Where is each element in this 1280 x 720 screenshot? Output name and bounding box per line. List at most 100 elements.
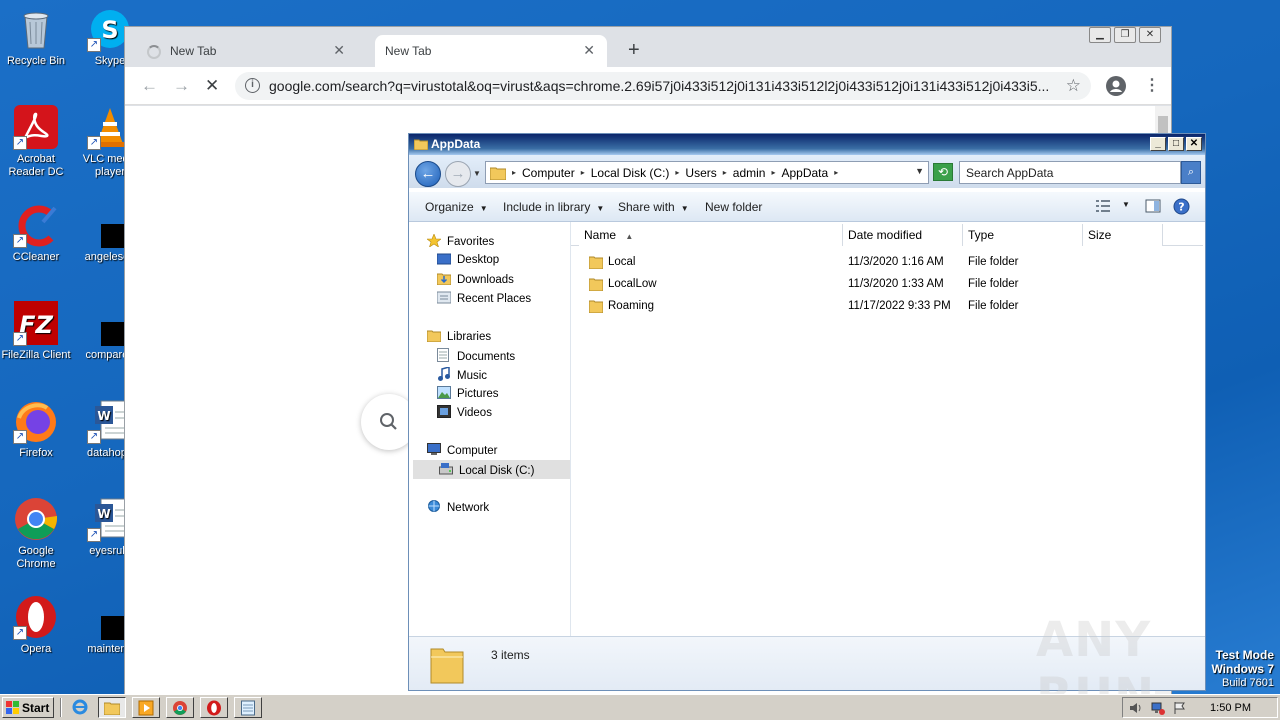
folder-icon <box>589 278 603 291</box>
column-type-label: Type <box>968 228 995 242</box>
share-with-button[interactable]: Share with ▼ <box>618 200 689 214</box>
libraries-icon <box>426 329 442 343</box>
nav-pictures[interactable]: Pictures <box>437 386 499 400</box>
taskbar-ie-button[interactable] <box>66 697 94 718</box>
chrome-menu-icon[interactable]: ⋮ <box>1144 75 1160 95</box>
include-in-library-button[interactable]: Include in library ▼ <box>503 200 604 214</box>
column-header-name[interactable]: Name ▲ <box>579 224 843 246</box>
desktop-icon-ccleaner[interactable]: ↗ CCleaner <box>0 202 72 264</box>
back-arrow-icon[interactable]: ← <box>141 76 158 96</box>
nav-recent-places[interactable]: Recent Places <box>436 291 531 305</box>
tab-new-tab-active[interactable]: New Tab ✕ <box>375 35 607 67</box>
minimize-button[interactable]: ▁ <box>1089 27 1111 43</box>
close-button[interactable]: ✕ <box>1186 137 1202 151</box>
table-row[interactable]: LocalLow 11/3/2020 1:33 AM File folder <box>571 275 1203 295</box>
taskbar-explorer-button[interactable] <box>98 697 126 718</box>
nav-documents[interactable]: Documents <box>437 348 515 363</box>
recent-places-icon <box>436 291 452 304</box>
network-status-icon <box>1151 702 1165 715</box>
view-dropdown-icon[interactable]: ▼ <box>1122 200 1130 209</box>
nav-local-disk[interactable]: Local Disk (C:) <box>413 460 570 479</box>
explorer-title-bar[interactable]: AppData _ □ ✕ <box>409 134 1205 155</box>
forward-arrow-icon[interactable]: → <box>173 76 190 96</box>
desktop-icon-recycle-bin[interactable]: Recycle Bin <box>0 6 72 68</box>
desktop-icon-acrobat[interactable]: ↗ Acrobat Reader DC <box>0 104 72 179</box>
breadcrumb-local-disk[interactable]: Local Disk (C:) <box>591 166 670 180</box>
documents-icon <box>437 348 451 362</box>
recent-pages-dropdown[interactable]: ▼ <box>473 169 481 178</box>
network-icon <box>427 500 441 512</box>
forward-button[interactable]: → <box>445 161 471 187</box>
desktop-icon-firefox[interactable]: ↗ Firefox <box>0 398 72 460</box>
watermark-line-2: Windows 7 <box>1211 662 1274 676</box>
breadcrumb-appdata[interactable]: AppData <box>781 166 828 180</box>
desktop-icon-opera[interactable]: ↗ Opera <box>0 594 72 656</box>
test-mode-watermark: Test Mode Windows 7 Build 7601 <box>1211 648 1274 690</box>
maximize-button[interactable]: ❐ <box>1114 27 1136 43</box>
nav-network[interactable]: Network <box>427 500 489 514</box>
stop-loading-icon[interactable]: ✕ <box>205 76 219 96</box>
bookmark-star-icon[interactable]: ☆ <box>1066 76 1081 96</box>
help-icon[interactable]: ? <box>1173 198 1190 218</box>
start-label: Start <box>22 701 50 715</box>
explorer-command-bar: Organize ▼ Include in library ▼ Share with… <box>409 192 1205 222</box>
file-name: Local <box>608 256 636 268</box>
maximize-button[interactable]: □ <box>1168 137 1184 151</box>
breadcrumb-computer[interactable]: Computer <box>522 166 575 180</box>
svg-text:W: W <box>97 409 110 423</box>
nav-favorites[interactable]: Favorites <box>426 233 494 248</box>
desktop-icon-chrome[interactable]: Google Chrome <box>0 496 72 571</box>
svg-text:S: S <box>101 16 118 44</box>
table-row[interactable]: Local 11/3/2020 1:16 AM File folder <box>571 253 1203 273</box>
clock[interactable]: 1:50 PM <box>1210 702 1251 714</box>
taskbar-notepad-button[interactable] <box>234 697 262 718</box>
explorer-window-controls: _ □ ✕ <box>1150 137 1202 151</box>
search-icon[interactable]: ⌕ <box>1181 161 1201 184</box>
organize-button[interactable]: Organize ▼ <box>425 200 488 214</box>
chrome-icon <box>173 701 187 715</box>
column-header-type[interactable]: Type <box>963 224 1083 246</box>
chevron-down-icon[interactable]: ▼ <box>915 166 924 176</box>
close-tab-icon[interactable]: ✕ <box>583 42 595 59</box>
address-bar[interactable]: ▸ Computer ▸ Local Disk (C:) ▸ Users ▸ a… <box>485 161 929 184</box>
item-count: 3 items <box>491 648 530 662</box>
desktop-icon-filezilla[interactable]: FZ ↗ FileZilla Client <box>0 300 72 362</box>
minimize-button[interactable]: _ <box>1150 137 1166 151</box>
breadcrumb-users[interactable]: Users <box>685 166 716 180</box>
start-button[interactable]: Start <box>2 697 54 718</box>
address-bar[interactable]: i google.com/search?q=virustotal&oq=viru… <box>235 72 1091 100</box>
breadcrumb-admin[interactable]: admin <box>733 166 766 180</box>
table-row[interactable]: Roaming 11/17/2022 9:33 PM File folder <box>571 297 1203 317</box>
refresh-button[interactable]: ⟲ <box>933 163 953 181</box>
back-button[interactable]: ← <box>415 161 441 187</box>
taskbar-media-player-button[interactable] <box>132 697 160 718</box>
nav-libraries[interactable]: Libraries <box>426 329 491 343</box>
svg-text:?: ? <box>1178 201 1184 214</box>
column-header-size[interactable]: Size <box>1083 224 1163 246</box>
nav-downloads[interactable]: Downloads <box>436 272 514 286</box>
desktop-icon-label: Firefox <box>19 447 53 459</box>
view-options-icon[interactable] <box>1095 198 1111 217</box>
tab-new-tab-loading[interactable]: New Tab ✕ <box>125 35 357 67</box>
desktop-icon <box>436 253 452 265</box>
chrome-toolbar: ← → ✕ i google.com/search?q=virustotal&o… <box>125 67 1171 105</box>
preview-pane-icon[interactable] <box>1145 198 1161 217</box>
nav-videos[interactable]: Videos <box>437 405 492 419</box>
profile-avatar-icon[interactable] <box>1106 76 1126 96</box>
column-header-date-modified[interactable]: Date modified <box>843 224 963 246</box>
new-tab-button[interactable]: + <box>628 39 640 62</box>
nav-desktop[interactable]: Desktop <box>436 253 499 266</box>
firefox-icon: ↗ <box>13 398 59 444</box>
taskbar-opera-button[interactable] <box>200 697 228 718</box>
new-folder-button[interactable]: New folder <box>705 200 762 214</box>
nav-computer[interactable]: Computer <box>427 443 498 457</box>
column-size-label: Size <box>1088 228 1112 242</box>
close-tab-icon[interactable]: ✕ <box>333 42 345 59</box>
nav-music[interactable]: Music <box>437 366 487 382</box>
site-info-icon[interactable]: i <box>245 78 260 93</box>
filezilla-icon: FZ ↗ <box>13 300 59 346</box>
nav-documents-label: Documents <box>457 351 516 363</box>
taskbar-chrome-button[interactable] <box>166 697 194 718</box>
search-input[interactable]: Search AppData <box>959 161 1181 184</box>
close-button[interactable]: ✕ <box>1139 27 1161 43</box>
